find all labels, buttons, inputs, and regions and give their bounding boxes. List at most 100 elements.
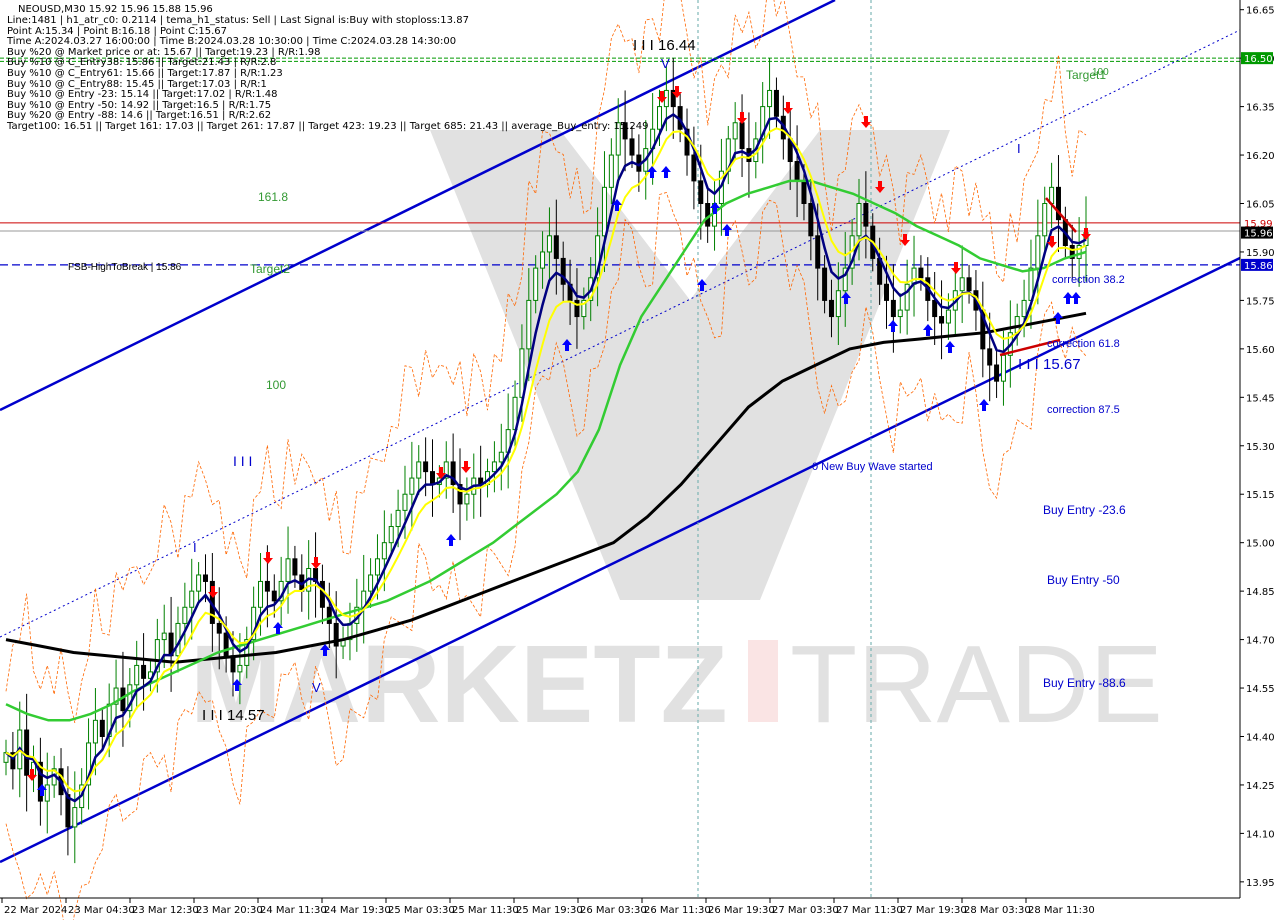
- candle: [1069, 224, 1075, 280]
- y-tick-label: 14.10: [1246, 829, 1275, 840]
- sell-arrow-icon: [263, 552, 273, 564]
- x-tick-label: 23 Mar 04:30: [68, 905, 135, 916]
- buy-arrow-icon: [710, 202, 720, 214]
- y-tick-label: 14.25: [1246, 781, 1275, 792]
- y-tick-label: 16.35: [1246, 103, 1275, 114]
- y-tick-label: 15.60: [1246, 345, 1275, 356]
- candle: [959, 245, 965, 324]
- candle: [429, 439, 435, 517]
- candle: [147, 658, 153, 692]
- y-tick-label: 14.85: [1246, 587, 1275, 598]
- candle: [86, 718, 92, 810]
- single-i-mark-2: I: [1017, 141, 1021, 156]
- candle: [608, 138, 614, 205]
- corr618-label: correction 61.8: [1047, 338, 1120, 350]
- candle: [285, 526, 291, 614]
- candle: [409, 441, 415, 531]
- x-tick-label: 27 Mar 03:30: [772, 905, 839, 916]
- candle: [732, 102, 738, 160]
- candle: [65, 766, 71, 856]
- current-price-badge: 15.96: [1244, 229, 1273, 240]
- corr875-label: correction 87.5: [1047, 404, 1120, 416]
- candle: [1042, 186, 1048, 253]
- y-tick-label: 14.55: [1246, 684, 1275, 695]
- candle: [99, 707, 105, 750]
- time-axis: 22 Mar 2024 23 Mar 04:3023 Mar 12:3023 Ma…: [1, 898, 1095, 916]
- x-tick-label: 26 Mar 19:30: [708, 905, 775, 916]
- fib-1618-label: 161.8: [258, 190, 288, 204]
- fsb-price-badge: 15.86: [1244, 261, 1273, 272]
- info-line: Target100: 16.51 || Target 161: 17.03 ||…: [7, 120, 649, 132]
- buy-arrow-icon: [1071, 292, 1081, 304]
- x-tick-label: 28 Mar 11:30: [1028, 905, 1095, 916]
- candle: [464, 477, 470, 521]
- y-tick-label: 15.75: [1246, 296, 1275, 307]
- low-point-label: I I I 14.57: [202, 707, 265, 724]
- candle: [196, 562, 202, 605]
- x-tick-label: 23 Mar 20:30: [196, 905, 263, 916]
- x-tick-label: 22 Mar 2024: [4, 905, 67, 916]
- corr382-label: correction 38.2: [1052, 274, 1125, 286]
- info-line: Buy %10 @ C_Entry61: 15.66 || Target:17.…: [7, 67, 283, 79]
- sell-arrow-icon: [783, 102, 793, 114]
- candle: [691, 126, 697, 210]
- sell-arrow-icon: [461, 461, 471, 473]
- candle: [3, 739, 9, 776]
- x-tick-label: 24 Mar 19:30: [324, 905, 391, 916]
- candle: [739, 94, 745, 178]
- single-i-mark: I: [193, 540, 197, 555]
- x-tick-label: 28 Mar 03:30: [964, 905, 1031, 916]
- candle: [313, 532, 319, 618]
- candle: [10, 731, 16, 790]
- buy-arrow-icon: [945, 341, 955, 353]
- triple-i-mark: I I I: [233, 453, 252, 469]
- y-tick-label: 14.70: [1246, 636, 1275, 647]
- y-tick-label: 15.00: [1246, 539, 1275, 550]
- buy-arrow-icon: [888, 320, 898, 332]
- sell-arrow-icon: [1081, 228, 1091, 240]
- candle: [932, 271, 938, 345]
- candle: [1021, 279, 1027, 338]
- sell-arrow-icon: [311, 557, 321, 569]
- candle: [505, 393, 511, 489]
- candle: [278, 556, 284, 626]
- candle: [44, 752, 50, 834]
- c-point-label: I I I 15.67: [1018, 356, 1081, 373]
- candle: [168, 596, 174, 692]
- sell-arrow-icon: [951, 262, 961, 274]
- candle: [416, 445, 422, 495]
- candle: [1049, 162, 1055, 229]
- target2-label: Target2: [250, 262, 290, 276]
- candle: [37, 737, 43, 826]
- y-tick-label: 13.95: [1246, 878, 1275, 889]
- candle: [478, 445, 484, 517]
- candle: [319, 564, 325, 625]
- new-wave-label: 0 New Buy Wave started: [812, 461, 933, 473]
- sell-arrow-icon: [861, 116, 871, 128]
- candle: [24, 693, 30, 812]
- y-tick-label: 16.05: [1246, 200, 1275, 211]
- sell-arrow-icon: [208, 586, 218, 598]
- x-tick-label: 27 Mar 19:30: [900, 905, 967, 916]
- y-tick-label: 16.65: [1246, 6, 1275, 17]
- buy-arrow-icon: [923, 324, 933, 336]
- candle: [450, 433, 456, 513]
- x-tick-label: 23 Mar 12:30: [132, 905, 199, 916]
- sell-arrow-icon: [737, 112, 747, 124]
- price-chart[interactable]: MARKETZ TRADE I I I 16.44I I I 14.57I I …: [0, 0, 1280, 920]
- buy-entry-886-label: Buy Entry -88.6: [1043, 676, 1126, 690]
- candle: [994, 348, 1000, 398]
- fsb-label: FSB-HighToBreak | 15.86: [68, 262, 182, 273]
- candle: [182, 582, 188, 648]
- x-tick-label: 25 Mar 19:30: [516, 905, 583, 916]
- buy-arrow-icon: [647, 166, 657, 178]
- y-tick-label: 15.15: [1246, 490, 1275, 501]
- v-mark: V: [661, 56, 670, 71]
- y-tick-label: 14.40: [1246, 732, 1275, 743]
- candle: [911, 235, 917, 317]
- y-tick-label: 15.90: [1246, 248, 1275, 259]
- candle: [966, 264, 972, 304]
- symbol-header: NEOUSD,M30 15.92 15.96 15.88 15.96: [18, 4, 213, 15]
- candle: [980, 281, 986, 378]
- fib-100-label: 100: [266, 378, 286, 392]
